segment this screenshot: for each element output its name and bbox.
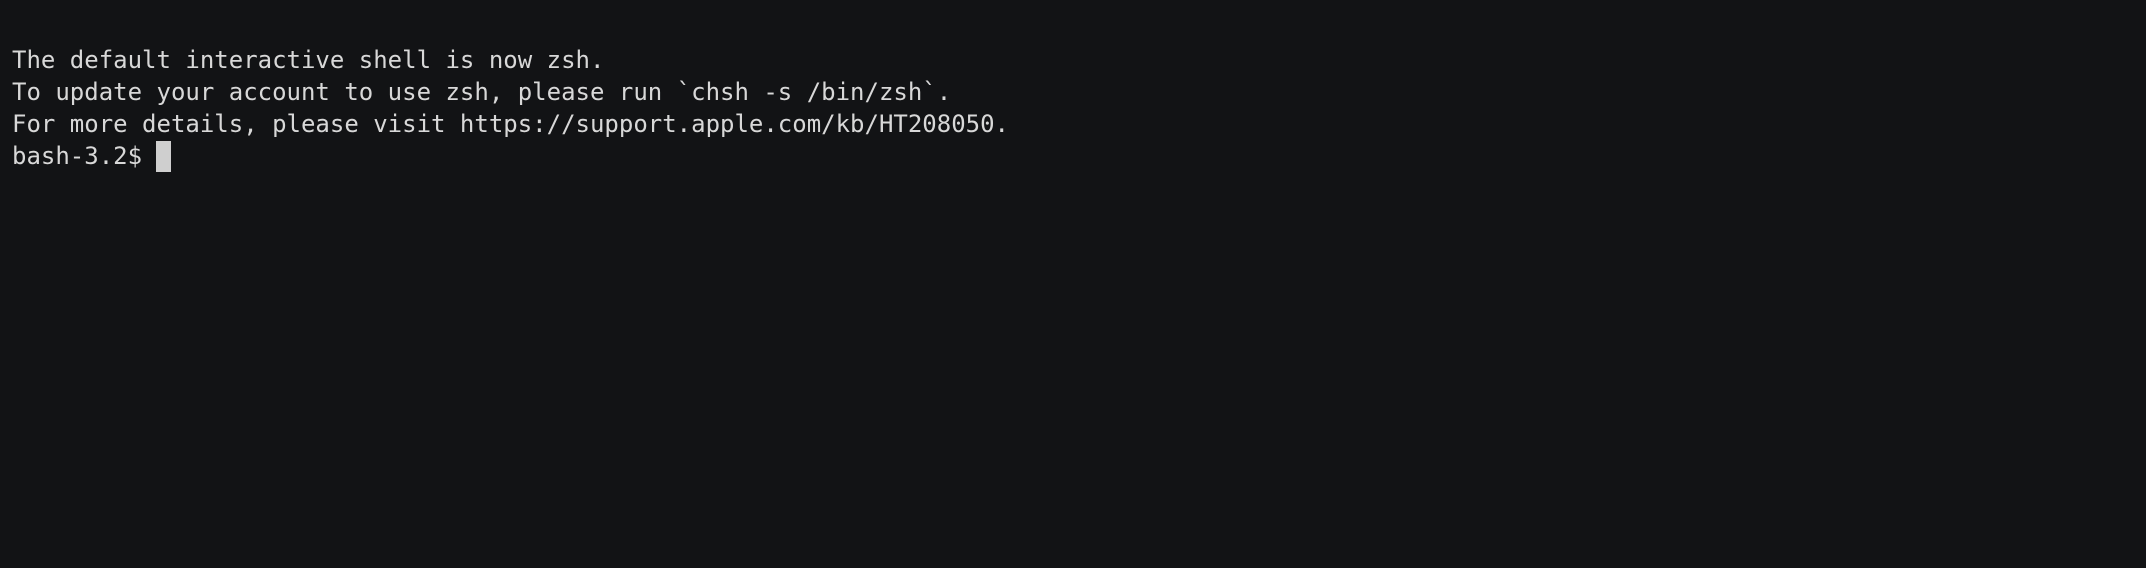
terminal-window[interactable]: The default interactive shell is now zsh… (0, 0, 2146, 568)
terminal-output-line: The default interactive shell is now zsh… (12, 46, 605, 74)
terminal-prompt-line[interactable]: bash-3.2$ (12, 140, 2146, 172)
terminal-output-line: To update your account to use zsh, pleas… (12, 78, 952, 106)
shell-prompt: bash-3.2$ (12, 142, 143, 170)
terminal-output-line: For more details, please visit https://s… (12, 110, 1009, 138)
text-cursor (156, 140, 172, 172)
